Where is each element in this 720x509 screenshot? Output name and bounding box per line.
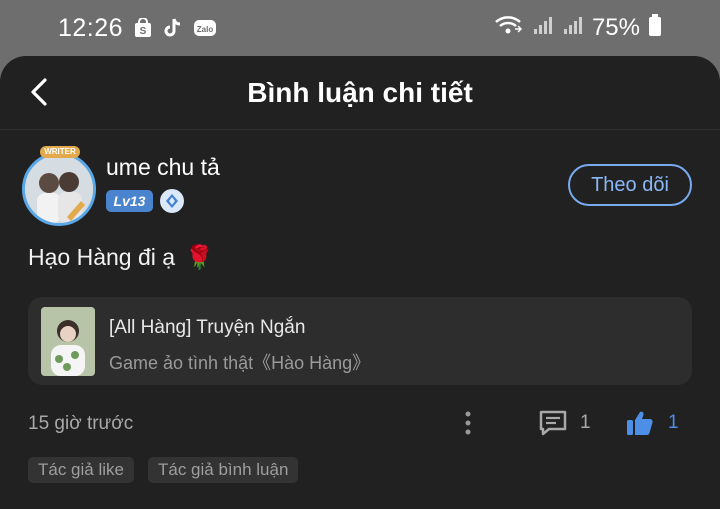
back-button[interactable] [24, 74, 54, 110]
signal-icon [532, 14, 554, 43]
story-title: [All Hàng] Truyện Ngắn [109, 317, 306, 338]
thumbs-up-icon [627, 411, 653, 435]
comment-body: Hạo Hàng đi ạ [28, 244, 176, 270]
timestamp: 15 giờ trước [28, 413, 134, 434]
chevron-left-icon [31, 78, 47, 106]
follow-button[interactable]: Theo dõi [568, 164, 692, 206]
status-left: 12:26 S Zalo [58, 14, 217, 43]
meta-row: 15 giờ trước 1 1 [28, 408, 692, 438]
comment-text: Hạo Hàng đi ạ 🌹 [28, 244, 214, 271]
status-right: 75% [494, 13, 662, 44]
writer-badge: WRITER [40, 146, 80, 158]
story-cover-image [41, 307, 95, 376]
comment-detail-sheet: Bình luận chi tiết WRITER ume chu tả Lv1… [0, 56, 720, 509]
tag-author-commented: Tác giả bình luận [147, 457, 299, 483]
avatar[interactable] [22, 152, 96, 226]
author-name[interactable]: ume chu tả [106, 154, 220, 181]
page-title: Bình luận chi tiết [247, 76, 473, 108]
level-badge: Lv13 [106, 190, 153, 212]
more-options-icon[interactable] [458, 408, 478, 438]
tag-author-liked: Tác giả like [28, 457, 134, 483]
clock: 12:26 [58, 13, 124, 42]
battery-percent: 75% [591, 14, 640, 41]
zalo-label: Zalo [197, 25, 214, 34]
signal-icon-2 [562, 14, 584, 43]
tags-row: Tác giả like Tác giả bình luận [28, 457, 299, 483]
zalo-icon: Zalo [193, 18, 217, 38]
story-card[interactable]: [All Hàng] Truyện Ngắn Game ảo tình thật… [28, 297, 692, 385]
story-subtitle: Game ảo tình thật《Hào Hàng》 [109, 353, 371, 373]
header: Bình luận chi tiết [0, 56, 720, 130]
comment-count: 1 [580, 412, 591, 433]
like-button[interactable]: 1 [626, 408, 679, 438]
battery-icon [648, 13, 662, 44]
status-bar: 12:26 S Zalo 75% [0, 0, 720, 56]
wifi-icon [494, 14, 524, 43]
rank-diamond-icon [160, 189, 184, 213]
rose-emoji: 🌹 [185, 244, 214, 270]
comment-icon [539, 410, 567, 436]
author-row: WRITER ume chu tả Lv13 Theo dõi [22, 146, 698, 226]
shop-icon: S [133, 18, 153, 38]
comment-button[interactable]: 1 [538, 408, 591, 438]
like-count: 1 [668, 412, 679, 433]
tiktok-icon [163, 18, 183, 38]
svg-text:S: S [140, 26, 147, 37]
